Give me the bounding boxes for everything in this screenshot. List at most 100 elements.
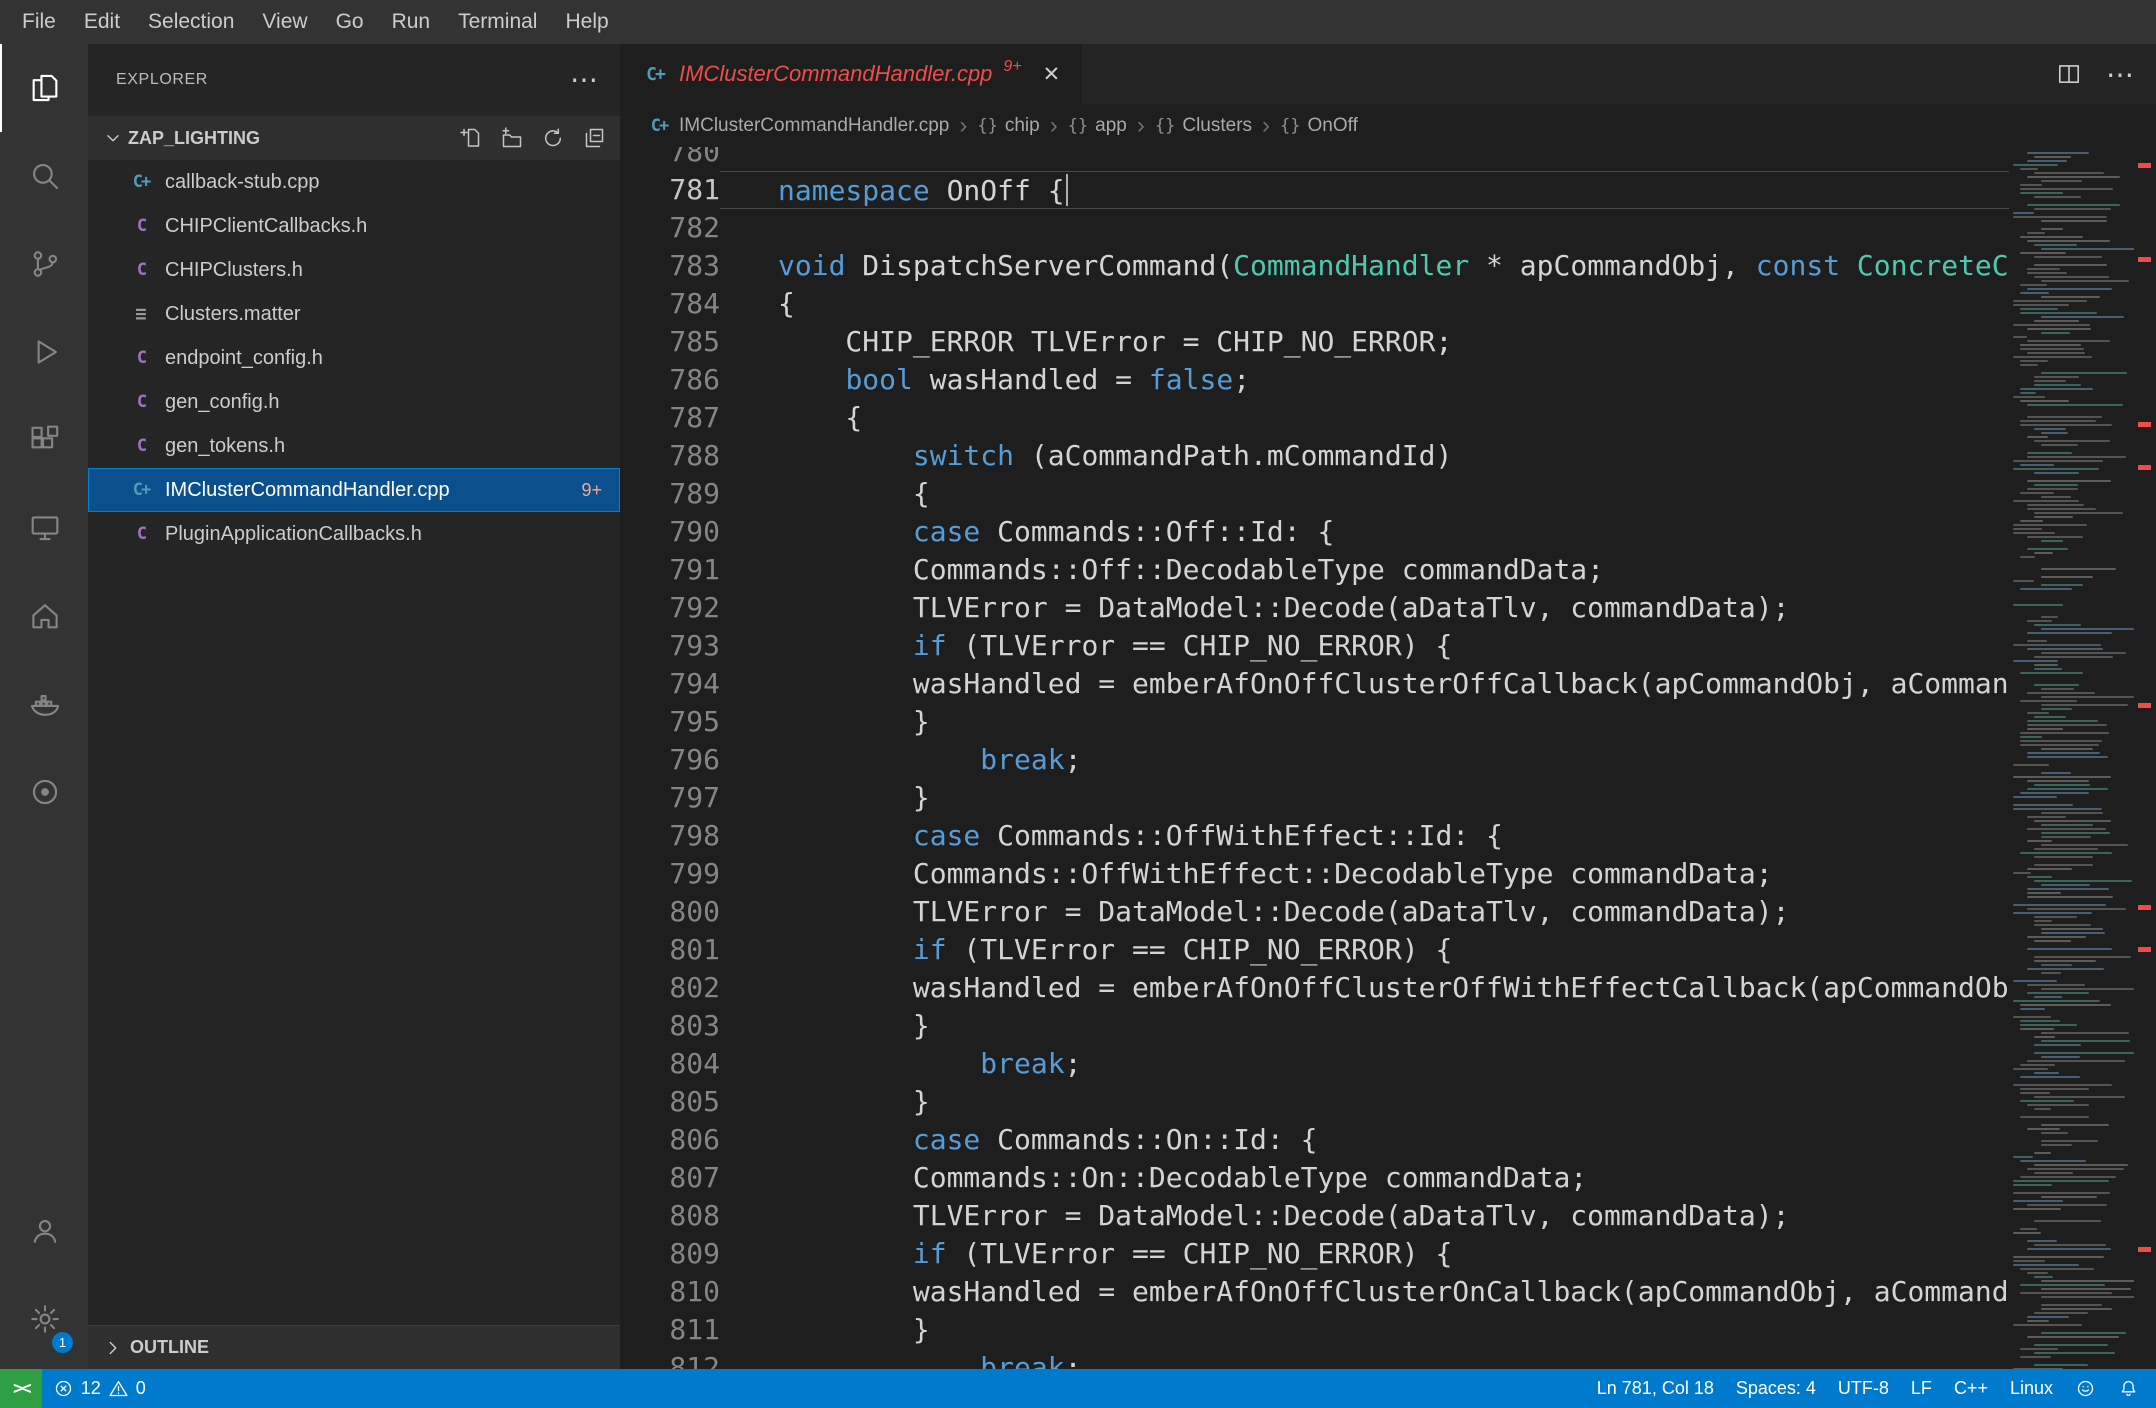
code-line-795[interactable]: 795 } bbox=[620, 703, 2009, 741]
line-number[interactable]: 783 bbox=[620, 247, 720, 285]
line-number[interactable]: 791 bbox=[620, 551, 720, 589]
line-number[interactable]: 801 bbox=[620, 931, 720, 969]
line-number[interactable]: 784 bbox=[620, 285, 720, 323]
code-line-801[interactable]: 801 if (TLVError == CHIP_NO_ERROR) { bbox=[620, 931, 2009, 969]
code-line-810[interactable]: 810 wasHandled = emberAfOnOffClusterOnCa… bbox=[620, 1273, 2009, 1311]
file-item-endpoint_config.h[interactable]: Cendpoint_config.h bbox=[88, 336, 620, 380]
menu-item-help[interactable]: Help bbox=[551, 0, 622, 44]
new-folder-icon[interactable] bbox=[500, 126, 524, 150]
line-number[interactable]: 799 bbox=[620, 855, 720, 893]
line-number[interactable]: 806 bbox=[620, 1121, 720, 1159]
line-number[interactable]: 788 bbox=[620, 437, 720, 475]
line-number[interactable]: 795 bbox=[620, 703, 720, 741]
file-item-gen_config.h[interactable]: Cgen_config.h bbox=[88, 380, 620, 424]
file-item-gen_tokens.h[interactable]: Cgen_tokens.h bbox=[88, 424, 620, 468]
cpptools-configuration[interactable]: Linux bbox=[1999, 1369, 2064, 1408]
code-line-802[interactable]: 802 wasHandled = emberAfOnOffClusterOffW… bbox=[620, 969, 2009, 1007]
breadcrumb-chip[interactable]: {} chip bbox=[977, 115, 1039, 137]
code-line-807[interactable]: 807 Commands::On::DecodableType commandD… bbox=[620, 1159, 2009, 1197]
line-number[interactable]: 780 bbox=[620, 147, 720, 171]
line-number[interactable]: 781 bbox=[620, 171, 720, 209]
activity-item-settings-gear[interactable]: 1 bbox=[0, 1275, 88, 1363]
indentation-status[interactable]: Spaces: 4 bbox=[1725, 1369, 1827, 1408]
line-number[interactable]: 793 bbox=[620, 627, 720, 665]
code-line-788[interactable]: 788 switch (aCommandPath.mCommandId) bbox=[620, 437, 2009, 475]
activity-item-search[interactable] bbox=[0, 132, 88, 220]
tab-imclustercommandhandler-cpp[interactable]: C+ IMClusterCommandHandler.cpp 9+ ✕ bbox=[620, 44, 1083, 104]
activity-item-source-control[interactable] bbox=[0, 220, 88, 308]
file-item-callback-stub.cpp[interactable]: C+ callback-stub.cpp bbox=[88, 160, 620, 204]
line-number[interactable]: 782 bbox=[620, 209, 720, 247]
line-number[interactable]: 811 bbox=[620, 1311, 720, 1349]
encoding-status[interactable]: UTF-8 bbox=[1827, 1369, 1900, 1408]
code-line-808[interactable]: 808 TLVError = DataModel::Decode(aDataTl… bbox=[620, 1197, 2009, 1235]
folder-section-header[interactable]: ZAP_LIGHTING bbox=[88, 116, 620, 160]
problems-status[interactable]: 12 0 bbox=[42, 1369, 157, 1408]
code-area[interactable]: 780 781 namespace OnOff {782 783 void Dispat… bbox=[620, 147, 2009, 1369]
code-line-783[interactable]: 783 void DispatchServerCommand(CommandHan… bbox=[620, 247, 2009, 285]
activity-item-docker[interactable] bbox=[0, 660, 88, 748]
line-number[interactable]: 789 bbox=[620, 475, 720, 513]
file-item-clusters.matter[interactable]: ≡ Clusters.matter bbox=[88, 292, 620, 336]
more-actions-icon[interactable]: ⋯ bbox=[2106, 58, 2134, 91]
code-line-785[interactable]: 785 CHIP_ERROR TLVError = CHIP_NO_ERROR; bbox=[620, 323, 2009, 361]
code-line-812[interactable]: 812 break; bbox=[620, 1349, 2009, 1369]
cursor-position[interactable]: Ln 781, Col 18 bbox=[1586, 1369, 1725, 1408]
line-number[interactable]: 809 bbox=[620, 1235, 720, 1273]
line-number[interactable]: 785 bbox=[620, 323, 720, 361]
breadcrumb-app[interactable]: {} app bbox=[1068, 115, 1127, 137]
code-line-787[interactable]: 787 { bbox=[620, 399, 2009, 437]
code-line-791[interactable]: 791 Commands::Off::DecodableType command… bbox=[620, 551, 2009, 589]
line-number[interactable]: 787 bbox=[620, 399, 720, 437]
activity-item-extensions[interactable] bbox=[0, 396, 88, 484]
file-item-chipclusters.h[interactable]: C CHIPClusters.h bbox=[88, 248, 620, 292]
menu-item-run[interactable]: Run bbox=[378, 0, 445, 44]
line-number[interactable]: 810 bbox=[620, 1273, 720, 1311]
line-number[interactable]: 797 bbox=[620, 779, 720, 817]
feedback-button[interactable] bbox=[2064, 1369, 2107, 1408]
line-number[interactable]: 794 bbox=[620, 665, 720, 703]
code-line-790[interactable]: 790 case Commands::Off::Id: { bbox=[620, 513, 2009, 551]
code-line-798[interactable]: 798 case Commands::OffWithEffect::Id: { bbox=[620, 817, 2009, 855]
line-number[interactable]: 803 bbox=[620, 1007, 720, 1045]
menu-item-terminal[interactable]: Terminal bbox=[444, 0, 551, 44]
collapse-all-icon[interactable] bbox=[582, 126, 606, 150]
code-line-786[interactable]: 786 bool wasHandled = false; bbox=[620, 361, 2009, 399]
line-number[interactable]: 808 bbox=[620, 1197, 720, 1235]
code-line-803[interactable]: 803 } bbox=[620, 1007, 2009, 1045]
menu-item-view[interactable]: View bbox=[248, 0, 321, 44]
menu-item-edit[interactable]: Edit bbox=[70, 0, 134, 44]
file-item-chipclientcallbacks.h[interactable]: C CHIPClientCallbacks.h bbox=[88, 204, 620, 248]
code-line-806[interactable]: 806 case Commands::On::Id: { bbox=[620, 1121, 2009, 1159]
code-line-809[interactable]: 809 if (TLVError == CHIP_NO_ERROR) { bbox=[620, 1235, 2009, 1273]
line-number[interactable]: 790 bbox=[620, 513, 720, 551]
activity-item-files[interactable] bbox=[0, 44, 88, 132]
line-number[interactable]: 792 bbox=[620, 589, 720, 627]
file-item-imclustercommandhandler.cpp[interactable]: C+ IMClusterCommandHandler.cpp 9+ bbox=[88, 468, 620, 512]
split-editor-icon[interactable] bbox=[2056, 61, 2082, 87]
line-number[interactable]: 802 bbox=[620, 969, 720, 1007]
language-mode[interactable]: C++ bbox=[1943, 1369, 1999, 1408]
menu-item-file[interactable]: File bbox=[8, 0, 70, 44]
outline-section-header[interactable]: OUTLINE bbox=[88, 1325, 620, 1369]
editor[interactable]: 780 781 namespace OnOff {782 783 void Dispat… bbox=[620, 147, 2156, 1369]
code-line-811[interactable]: 811 } bbox=[620, 1311, 2009, 1349]
line-number[interactable]: 798 bbox=[620, 817, 720, 855]
code-line-804[interactable]: 804 break; bbox=[620, 1045, 2009, 1083]
minimap[interactable] bbox=[2009, 147, 2134, 1369]
line-number[interactable]: 800 bbox=[620, 893, 720, 931]
code-line-781[interactable]: 781 namespace OnOff { bbox=[620, 171, 2009, 209]
breadcrumb-imclustercommandhandler.cpp[interactable]: C+ IMClusterCommandHandler.cpp bbox=[646, 115, 950, 137]
code-line-792[interactable]: 792 TLVError = DataModel::Decode(aDataTl… bbox=[620, 589, 2009, 627]
code-line-797[interactable]: 797 } bbox=[620, 779, 2009, 817]
line-number[interactable]: 796 bbox=[620, 741, 720, 779]
breadcrumb-clusters[interactable]: {} Clusters bbox=[1155, 115, 1252, 137]
code-line-799[interactable]: 799 Commands::OffWithEffect::DecodableTy… bbox=[620, 855, 2009, 893]
activity-item-run-debug[interactable] bbox=[0, 308, 88, 396]
breadcrumb-onoff[interactable]: {} OnOff bbox=[1280, 115, 1358, 137]
menu-item-selection[interactable]: Selection bbox=[134, 0, 248, 44]
code-line-805[interactable]: 805 } bbox=[620, 1083, 2009, 1121]
line-number[interactable]: 805 bbox=[620, 1083, 720, 1121]
new-file-icon[interactable] bbox=[459, 126, 483, 150]
file-item-pluginapplicationcallbacks.h[interactable]: C PluginApplicationCallbacks.h bbox=[88, 512, 620, 556]
